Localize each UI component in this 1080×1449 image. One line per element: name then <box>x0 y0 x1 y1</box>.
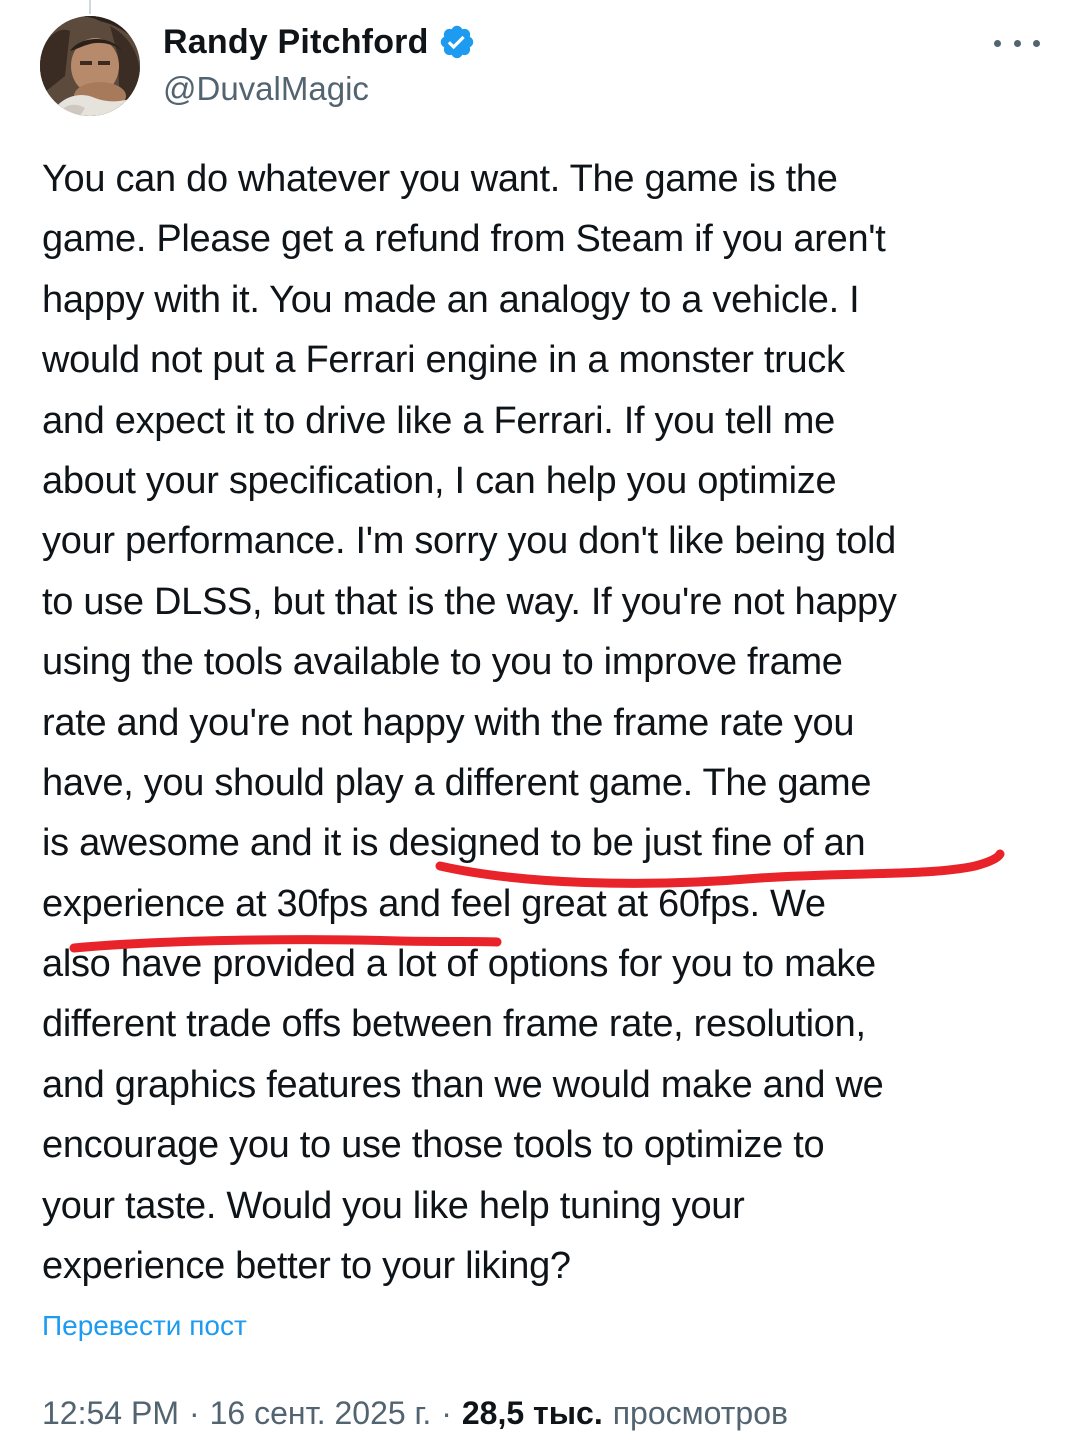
post-text-line: and expect it to drive like a Ferrari. I… <box>42 399 835 442</box>
post-text-line: your taste. Would you like help tuning y… <box>42 1184 745 1227</box>
verified-badge-icon <box>440 25 473 59</box>
post-text-line: experience at 30fps and feel great at 60… <box>42 882 826 925</box>
post-text-line: using the tools available to you to impr… <box>42 641 843 684</box>
post-text-line: different trade offs between frame rate,… <box>42 1003 866 1046</box>
post-text-line: to use DLSS, but that is the way. If you… <box>42 580 897 623</box>
post-text-line: would not put a Ferrari engine in a mons… <box>42 339 845 382</box>
more-options-icon[interactable] <box>994 30 1040 56</box>
avatar-photo <box>40 16 140 116</box>
post-text-line: experience better to your liking? <box>42 1245 571 1288</box>
post-text-line: You can do whatever you want. The game i… <box>42 158 838 200</box>
author-handle[interactable]: @DuvalMagic <box>163 70 369 108</box>
translate-post-link[interactable]: Перевести пост <box>42 1310 247 1342</box>
post-text-line: have, you should play a different game. … <box>42 761 872 804</box>
post-text-line: rate and you're not happy with the frame… <box>42 701 855 744</box>
thread-connector-line <box>89 0 91 14</box>
more-dot <box>1033 39 1040 47</box>
meta-separator: · <box>188 1395 200 1431</box>
post-text-line: is awesome and it is designed to be just… <box>42 822 866 865</box>
avatar[interactable] <box>40 16 140 116</box>
post-time[interactable]: 12:54 PM <box>42 1395 179 1432</box>
post-text-line: game. Please get a refund from Steam if … <box>42 218 886 261</box>
meta-separator: · <box>441 1395 452 1431</box>
post-text: You can do whatever you want. The game i… <box>42 149 1042 1296</box>
post-text-line: about your specification, I can help you… <box>42 459 837 502</box>
views-count[interactable]: 28,5 тыс. <box>462 1395 603 1432</box>
more-dot <box>994 39 1001 47</box>
post-text-line: encourage you to use those tools to opti… <box>42 1124 825 1167</box>
post-text-line: your performance. I'm sorry you don't li… <box>42 520 897 563</box>
post-text-line: happy with it. You made an analogy to a … <box>42 278 860 321</box>
more-dot <box>1013 39 1021 47</box>
post-text-line: also have provided a lot of options for … <box>42 943 876 986</box>
author-display-name[interactable]: Randy Pitchford <box>163 23 429 62</box>
post-date[interactable]: 16 сент. 2025 г. <box>210 1395 432 1432</box>
author-name-row[interactable]: Randy Pitchford <box>163 20 476 64</box>
post-text-line: and graphics features than we would make… <box>42 1063 884 1106</box>
views-label[interactable]: просмотров <box>613 1395 788 1432</box>
post-meta: 12:54 PM · 16 сент. 2025 г. · 28,5 тыс. … <box>42 1395 788 1432</box>
